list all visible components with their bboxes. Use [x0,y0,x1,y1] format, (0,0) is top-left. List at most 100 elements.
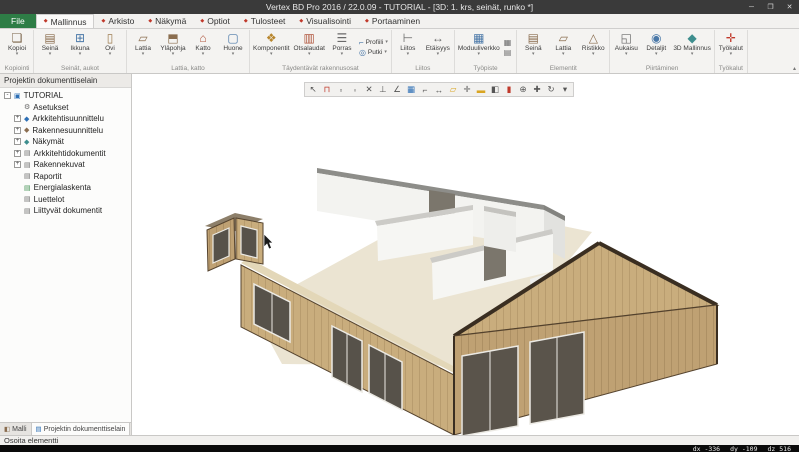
ribbon-button[interactable]: ▱ Lattia ▾ [548,30,578,64]
ribbon-button[interactable]: ▱ Lattia ▾ [128,30,158,64]
marker-tool-icon[interactable]: ▮ [502,83,516,96]
ribbon-tab[interactable]: ◆ Arkisto [94,14,141,28]
ribbon-button[interactable]: ⬒ Yläpohja ▾ [158,30,188,64]
chevron-down-icon: ▾ [384,50,387,55]
tree-item[interactable]: ▤ Liittyvät dokumentit [0,205,131,217]
tree-item[interactable]: + ▤ Arkkitehtidokumentit [0,148,131,160]
tree-expander[interactable] [14,184,21,191]
ribbon-button[interactable]: ▥ Otsalaudat ▾ [292,30,327,64]
minimize-button[interactable]: ─ [742,0,761,14]
close-button[interactable]: ✕ [780,0,799,14]
select-tool-icon[interactable]: ↖ [306,83,320,96]
tree-expander[interactable] [14,207,21,214]
sidebar-bottom-tabs: ◧ Malli ▤ Projektin dokumenttiselain [0,422,131,435]
ribbon-tab[interactable]: ◆ Portaaminen [358,14,427,28]
tree-item[interactable]: ▤ Energialaskenta [0,182,131,194]
ribbon-small-button[interactable]: ⌐ Profiili ▾ [357,38,390,47]
ribbon-button[interactable]: ↔ Etäisyys ▾ [423,30,453,64]
maximize-button[interactable]: ❐ [761,0,780,14]
ribbon-button-icon: ◎ [359,48,366,57]
ribbon-button[interactable]: ▦ Moduuliverkko ▾ [456,30,502,64]
measure-tool-icon[interactable]: ↔ [432,83,446,96]
ribbon-tab[interactable]: ◆ Näkymä [141,14,193,28]
tree-item-label: Näkymät [32,137,64,146]
ribbon-button[interactable]: ▤ Seinä ▾ [518,30,548,64]
angle-snap-icon[interactable]: ∠ [390,83,404,96]
chevron-down-icon: ▾ [592,52,595,57]
building-model[interactable] [205,168,717,435]
ribbon-tab[interactable]: ◆ Mallinnus [36,14,95,28]
ribbon-tab[interactable]: ◆ Visualisointi [292,14,358,28]
magnet-snap-icon[interactable]: ⊓ [320,83,334,96]
ribbon-button-icon: ▱ [559,31,568,45]
chevron-down-icon: ▾ [79,52,82,57]
model-canvas[interactable]: ↖⊓▫◦✕⊥∠▦⌐↔▱✛▬◧▮⊕✚↻▾ [132,74,799,435]
rotate-view-icon[interactable]: ↻ [544,83,558,96]
ribbon-tab[interactable]: ◆ Tulosteet [237,14,293,28]
tree-expander[interactable]: + [14,150,21,157]
ribbon-button[interactable]: △ Ristikko ▾ [578,30,608,64]
tree-expander[interactable] [14,104,21,111]
ribbon-button[interactable]: ✛ Työkalut ▾ [716,30,746,64]
tree-item[interactable]: ▤ Raportit [0,171,131,183]
work-plane-icon[interactable]: ▱ [446,83,460,96]
ribbon-button[interactable]: ⌂ Katto ▾ [188,30,218,64]
ribbon-button[interactable]: ◆ 3D Mallinnus ▾ [671,30,713,64]
tree-item[interactable]: ▤ Luettelot [0,194,131,206]
intersection-snap-icon[interactable]: ✕ [362,83,376,96]
tree-item-icon: ▤ [24,207,31,215]
ribbon-small-button[interactable]: ◎ Putki ▾ [357,48,390,57]
status-bar: Osoita elementti [0,435,799,445]
tree-expander[interactable]: - [4,92,11,99]
ribbon-button[interactable]: ❏ Kopioi ▾ [2,30,32,64]
ribbon-group-label: Työkalut [716,64,746,73]
ribbon-group-label: Liitos [393,64,453,73]
tree-item[interactable]: + ◆ Arkkitehtisuunnittelu [0,113,131,125]
ribbon-button[interactable]: ▢ Huone ▾ [218,30,248,64]
viewport-toolbar: ↖⊓▫◦✕⊥∠▦⌐↔▱✛▬◧▮⊕✚↻▾ [304,82,574,97]
file-tab[interactable]: File [0,14,36,28]
ribbon-button[interactable]: ◱ Aukaisu ▾ [611,30,641,64]
tree-item[interactable]: + ◆ Näkymät [0,136,131,148]
tree-expander[interactable]: + [14,138,21,145]
axis-tool-icon[interactable]: ✛ [460,83,474,96]
sidebar-tab[interactable]: ◧ Malli [0,423,32,435]
ribbon-button[interactable]: ◉ Detaljit ▾ [641,30,671,64]
level-tool-icon[interactable]: ▬ [474,83,488,96]
chevron-down-icon: ▾ [172,52,175,57]
ribbon-small-button[interactable]: ▤ [502,48,516,57]
ribbon-small-button[interactable]: ▦ [502,38,516,47]
tree-item[interactable]: + ▤ Rakennekuvat [0,159,131,171]
zoom-tool-icon[interactable]: ⊕ [516,83,530,96]
ribbon-button-icon: ⊞ [75,31,85,45]
partition-wall [484,211,516,252]
chevron-down-icon: ▾ [407,52,410,57]
ribbon-tab[interactable]: ◆ Optiot [193,14,237,28]
ribbon-button[interactable]: ⊢ Liitos ▾ [393,30,423,64]
chevron-down-icon: ▾ [478,52,481,57]
tree-expander[interactable] [14,196,21,203]
pan-tool-icon[interactable]: ✚ [530,83,544,96]
ribbon-button[interactable]: ⊞ Ikkuna ▾ [65,30,95,64]
ribbon-button[interactable]: ▯ Ovi ▾ [95,30,125,64]
ribbon-button[interactable]: ❖ Komponentit ▾ [251,30,292,64]
ribbon-button[interactable]: ☰ Porras ▾ [327,30,357,64]
midpoint-snap-icon[interactable]: ◦ [348,83,362,96]
tree-expander[interactable] [14,173,21,180]
endpoint-snap-icon[interactable]: ▫ [334,83,348,96]
tree-item[interactable]: + ◆ Rakennesuunnittelu [0,125,131,137]
sidebar-tab[interactable]: ▤ Projektin dokumenttiselain [32,423,131,435]
ortho-toggle-icon[interactable]: ⌐ [418,83,432,96]
tree-item[interactable]: - ▣ TUTORIAL [0,90,131,102]
object-snap-icon[interactable]: ◧ [488,83,502,96]
tree-expander[interactable]: + [14,127,21,134]
tree-expander[interactable]: + [14,115,21,122]
grid-snap-icon[interactable]: ▦ [404,83,418,96]
view-options-icon[interactable]: ▾ [558,83,572,96]
ribbon-button[interactable]: ▤ Seinä ▾ [35,30,65,64]
ribbon-collapse-button[interactable]: ▴ [793,65,796,72]
perpendicular-snap-icon[interactable]: ⊥ [376,83,390,96]
chevron-down-icon: ▾ [691,52,694,57]
tree-expander[interactable]: + [14,161,21,168]
tree-item[interactable]: ⚙ Asetukset [0,102,131,114]
